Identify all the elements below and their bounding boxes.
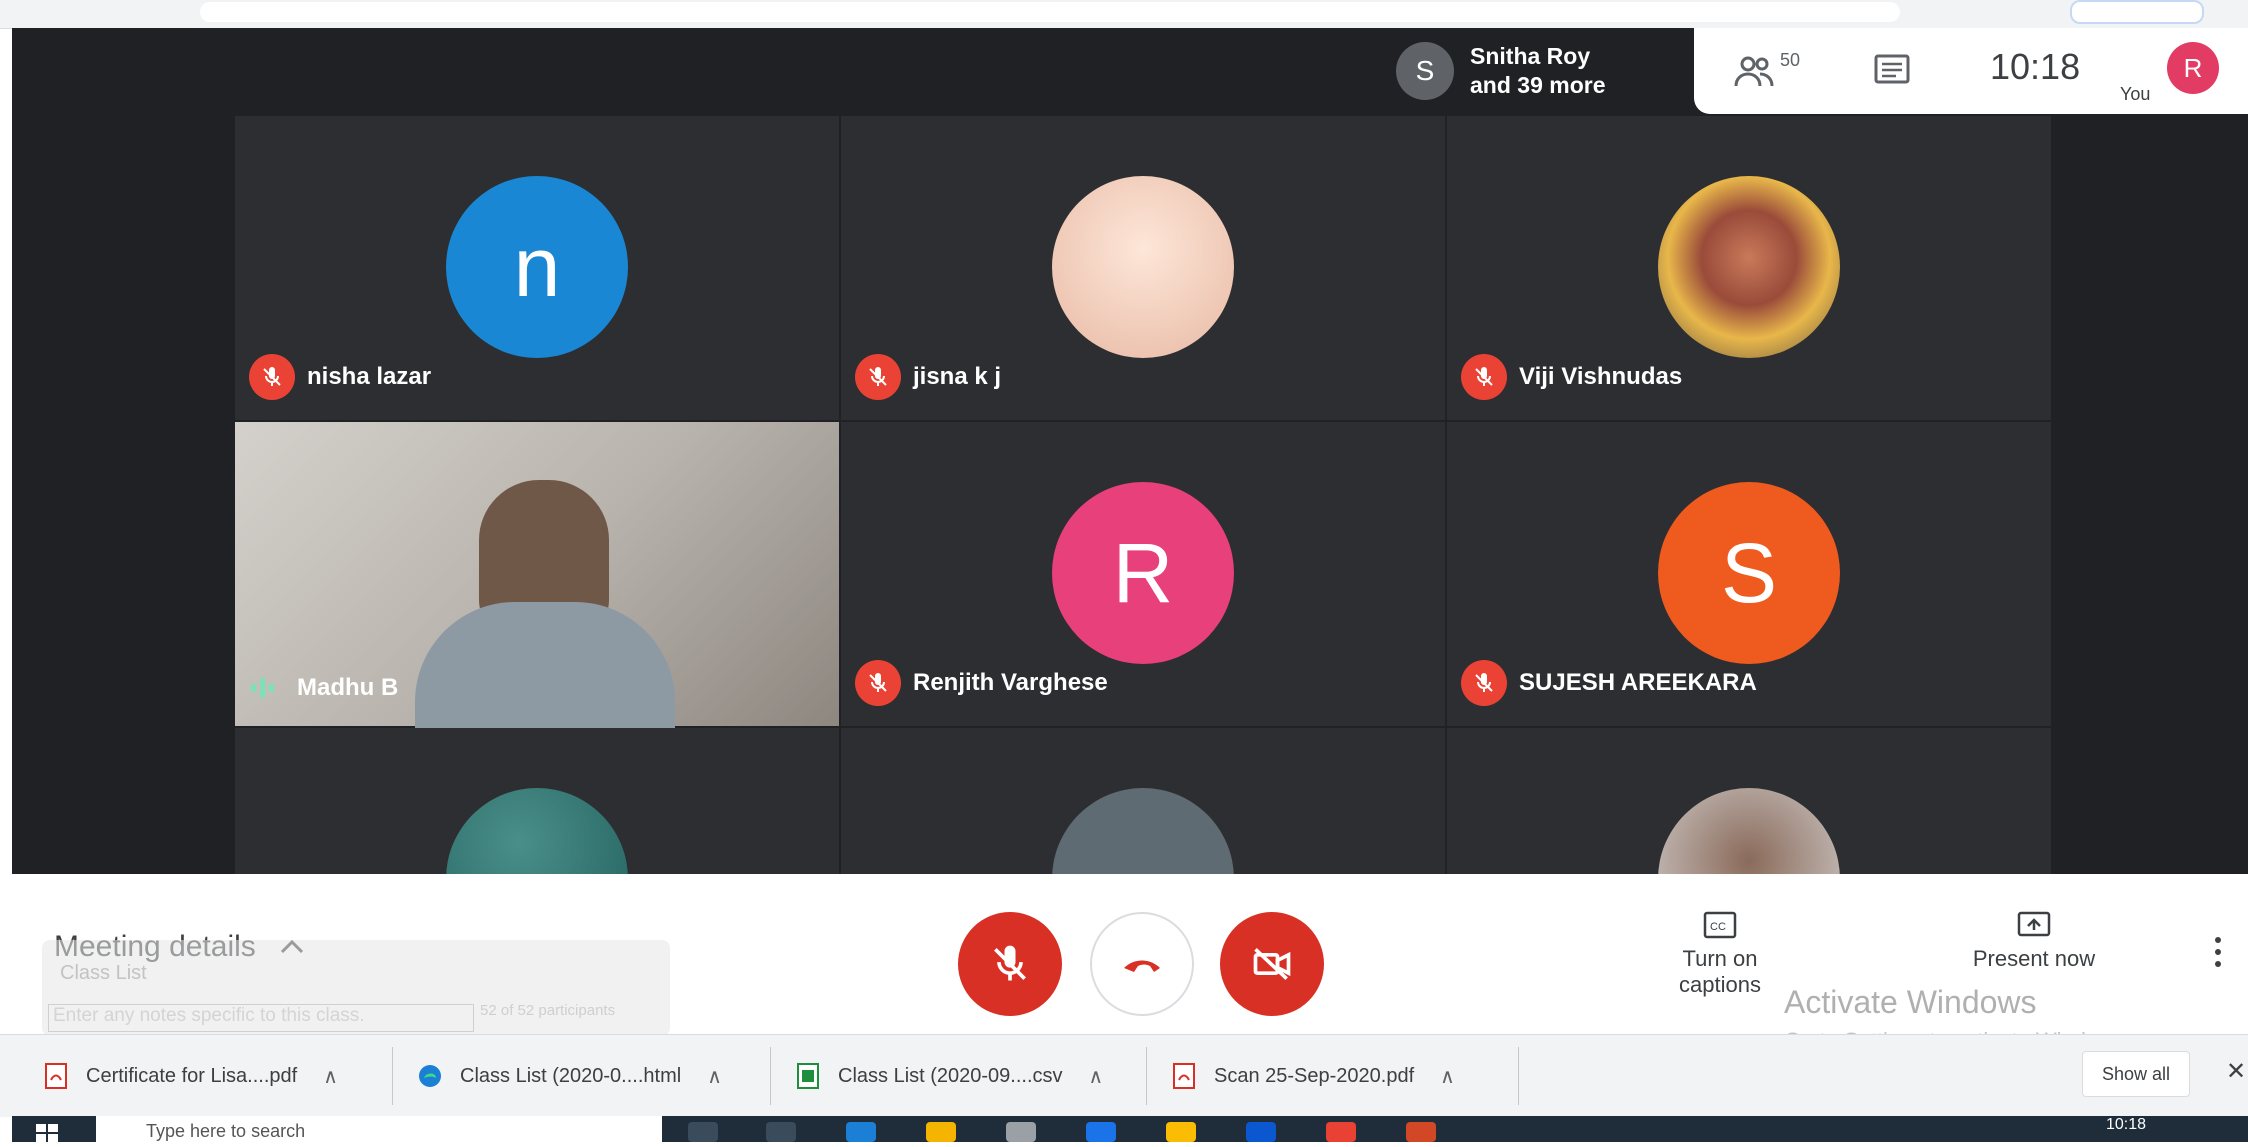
people-count: 50	[1780, 49, 1801, 70]
powerpoint-icon[interactable]	[1406, 1122, 1436, 1142]
download-separator	[1518, 1047, 1519, 1105]
download-separator	[392, 1047, 393, 1105]
download-item[interactable]: Class List (2020-09....csv ∧	[794, 1035, 1103, 1117]
download-item[interactable]: Scan 25-Sep-2020.pdf ∧	[1170, 1035, 1455, 1117]
camera-toggle-button[interactable]	[1220, 912, 1324, 1016]
presenter-text: Snitha Roy and 39 more	[1470, 43, 1606, 98]
windows-start-icon[interactable]	[36, 1122, 60, 1142]
chat-button[interactable]	[1870, 50, 1914, 94]
more-options-button[interactable]	[2208, 934, 2228, 974]
browser-strip	[0, 0, 2248, 29]
participant-tile-partial[interactable]	[1447, 728, 2051, 970]
mic-off-icon	[994, 945, 1026, 981]
user-avatar[interactable]: R	[2167, 42, 2219, 94]
activate-windows-watermark: Activate Windows	[1784, 984, 2037, 1020]
browser-extension-button[interactable]	[2070, 0, 2204, 24]
taskbar-clock: 10:18	[2106, 1116, 2147, 1133]
download-separator	[1146, 1047, 1147, 1105]
word-icon[interactable]	[1086, 1122, 1116, 1142]
camera-off-icon	[1253, 947, 1291, 981]
chevron-up-icon[interactable]: ∧	[1440, 1064, 1455, 1089]
mic-off-icon	[1461, 660, 1507, 706]
participant-tile-jisna-kj[interactable]: jisna k j	[841, 116, 1445, 420]
participant-tile-renjith-varghese[interactable]: R Renjith Varghese	[841, 422, 1445, 726]
avatar: S	[1396, 42, 1454, 100]
edge-icon[interactable]	[846, 1122, 876, 1142]
participant-tile-viji-vishnudas[interactable]: Viji Vishnudas	[1447, 116, 2051, 420]
svg-text:CC: CC	[1710, 921, 1726, 933]
faded-participant-count: 52 of 52 participants	[480, 1002, 616, 1019]
meet-video-area: n nisha lazar Madhu B jisna k j R Renjit…	[12, 28, 2248, 970]
mic-off-icon	[249, 354, 295, 400]
edge-browser-icon	[419, 1065, 441, 1087]
pdf-file-icon	[1173, 1063, 1195, 1089]
close-downloads-icon[interactable]: ✕	[2226, 1057, 2246, 1086]
csv-file-icon	[797, 1063, 819, 1089]
captions-label: Turn on captions	[1679, 946, 1761, 997]
chevron-up-icon[interactable]: ∧	[707, 1064, 722, 1089]
file-explorer-icon[interactable]	[926, 1122, 956, 1142]
avatar	[1052, 176, 1234, 358]
mic-off-icon	[1461, 354, 1507, 400]
mic-toggle-button[interactable]	[958, 912, 1062, 1016]
participant-name: Madhu B	[297, 674, 399, 701]
participant-tile-nisha-lazar[interactable]: n nisha lazar	[235, 116, 839, 420]
participant-tile-sujesh-areekara[interactable]: S SUJESH AREEKARA	[1447, 422, 2051, 726]
taskbar-search-input[interactable]: Type here to search	[96, 1116, 662, 1142]
chrome-icon[interactable]	[1326, 1122, 1356, 1142]
avatar: R	[1052, 482, 1234, 664]
chevron-up-icon[interactable]: ∧	[323, 1064, 338, 1089]
top-panel: 50 10:18 You R	[1694, 28, 2248, 114]
mic-off-icon	[855, 660, 901, 706]
store-icon[interactable]	[1006, 1122, 1036, 1142]
presenter-chip[interactable]: S Snitha Roy and 39 more	[1382, 28, 1694, 114]
you-label: You	[2120, 84, 2151, 104]
meeting-clock: 10:18	[1990, 46, 2081, 87]
download-item[interactable]: Class List (2020-0....html ∧	[416, 1035, 722, 1117]
phone-hangup-icon	[1124, 960, 1160, 972]
download-separator	[770, 1047, 771, 1105]
sticky-notes-icon[interactable]	[1166, 1122, 1196, 1142]
chat-icon	[1874, 54, 1910, 84]
faded-class-list-label: Class List	[60, 962, 147, 984]
participant-name: nisha lazar	[307, 363, 432, 390]
participant-tile-madhu-b[interactable]: Madhu B	[235, 422, 839, 728]
more-vert-icon	[2215, 937, 2221, 967]
captions-icon: CC	[1703, 911, 1737, 939]
downloads-bar: Certificate for Lisa....pdf ∧ Class List…	[0, 1034, 2248, 1117]
avatar: S	[1658, 482, 1840, 664]
cortana-icon[interactable]	[688, 1122, 718, 1142]
participant-name: Viji Vishnudas	[1519, 363, 1683, 390]
present-label: Present now	[1972, 946, 2096, 971]
captions-button[interactable]: CC Turn on captions	[1640, 910, 1800, 998]
people-button[interactable]: 50	[1734, 50, 1804, 94]
show-all-downloads-button[interactable]: Show all	[2082, 1051, 2190, 1097]
participant-tile-partial[interactable]	[235, 728, 839, 970]
hang-up-button[interactable]	[1090, 912, 1194, 1016]
participant-name: SUJESH AREEKARA	[1519, 669, 1757, 696]
participant-name: jisna k j	[913, 363, 1002, 390]
speaking-indicator-icon	[251, 678, 274, 698]
people-icon	[1734, 56, 1774, 87]
mail-icon[interactable]	[1246, 1122, 1276, 1142]
present-screen-icon	[2017, 911, 2051, 937]
avatar: n	[446, 176, 628, 358]
pdf-file-icon	[45, 1063, 67, 1089]
avatar	[1658, 176, 1840, 358]
mic-off-icon	[855, 354, 901, 400]
participant-tile-partial[interactable]	[841, 728, 1445, 970]
present-now-button[interactable]: Present now	[1954, 910, 2114, 972]
windows-taskbar: Type here to search 10:18	[12, 1116, 2248, 1142]
chevron-up-icon[interactable]: ∧	[1089, 1064, 1104, 1089]
download-item[interactable]: Certificate for Lisa....pdf ∧	[42, 1035, 338, 1117]
faded-notes-field: Enter any notes specific to this class.	[48, 1004, 474, 1032]
participant-name: Renjith Varghese	[913, 669, 1108, 696]
task-view-icon[interactable]	[766, 1122, 796, 1142]
address-bar[interactable]	[200, 2, 1900, 22]
